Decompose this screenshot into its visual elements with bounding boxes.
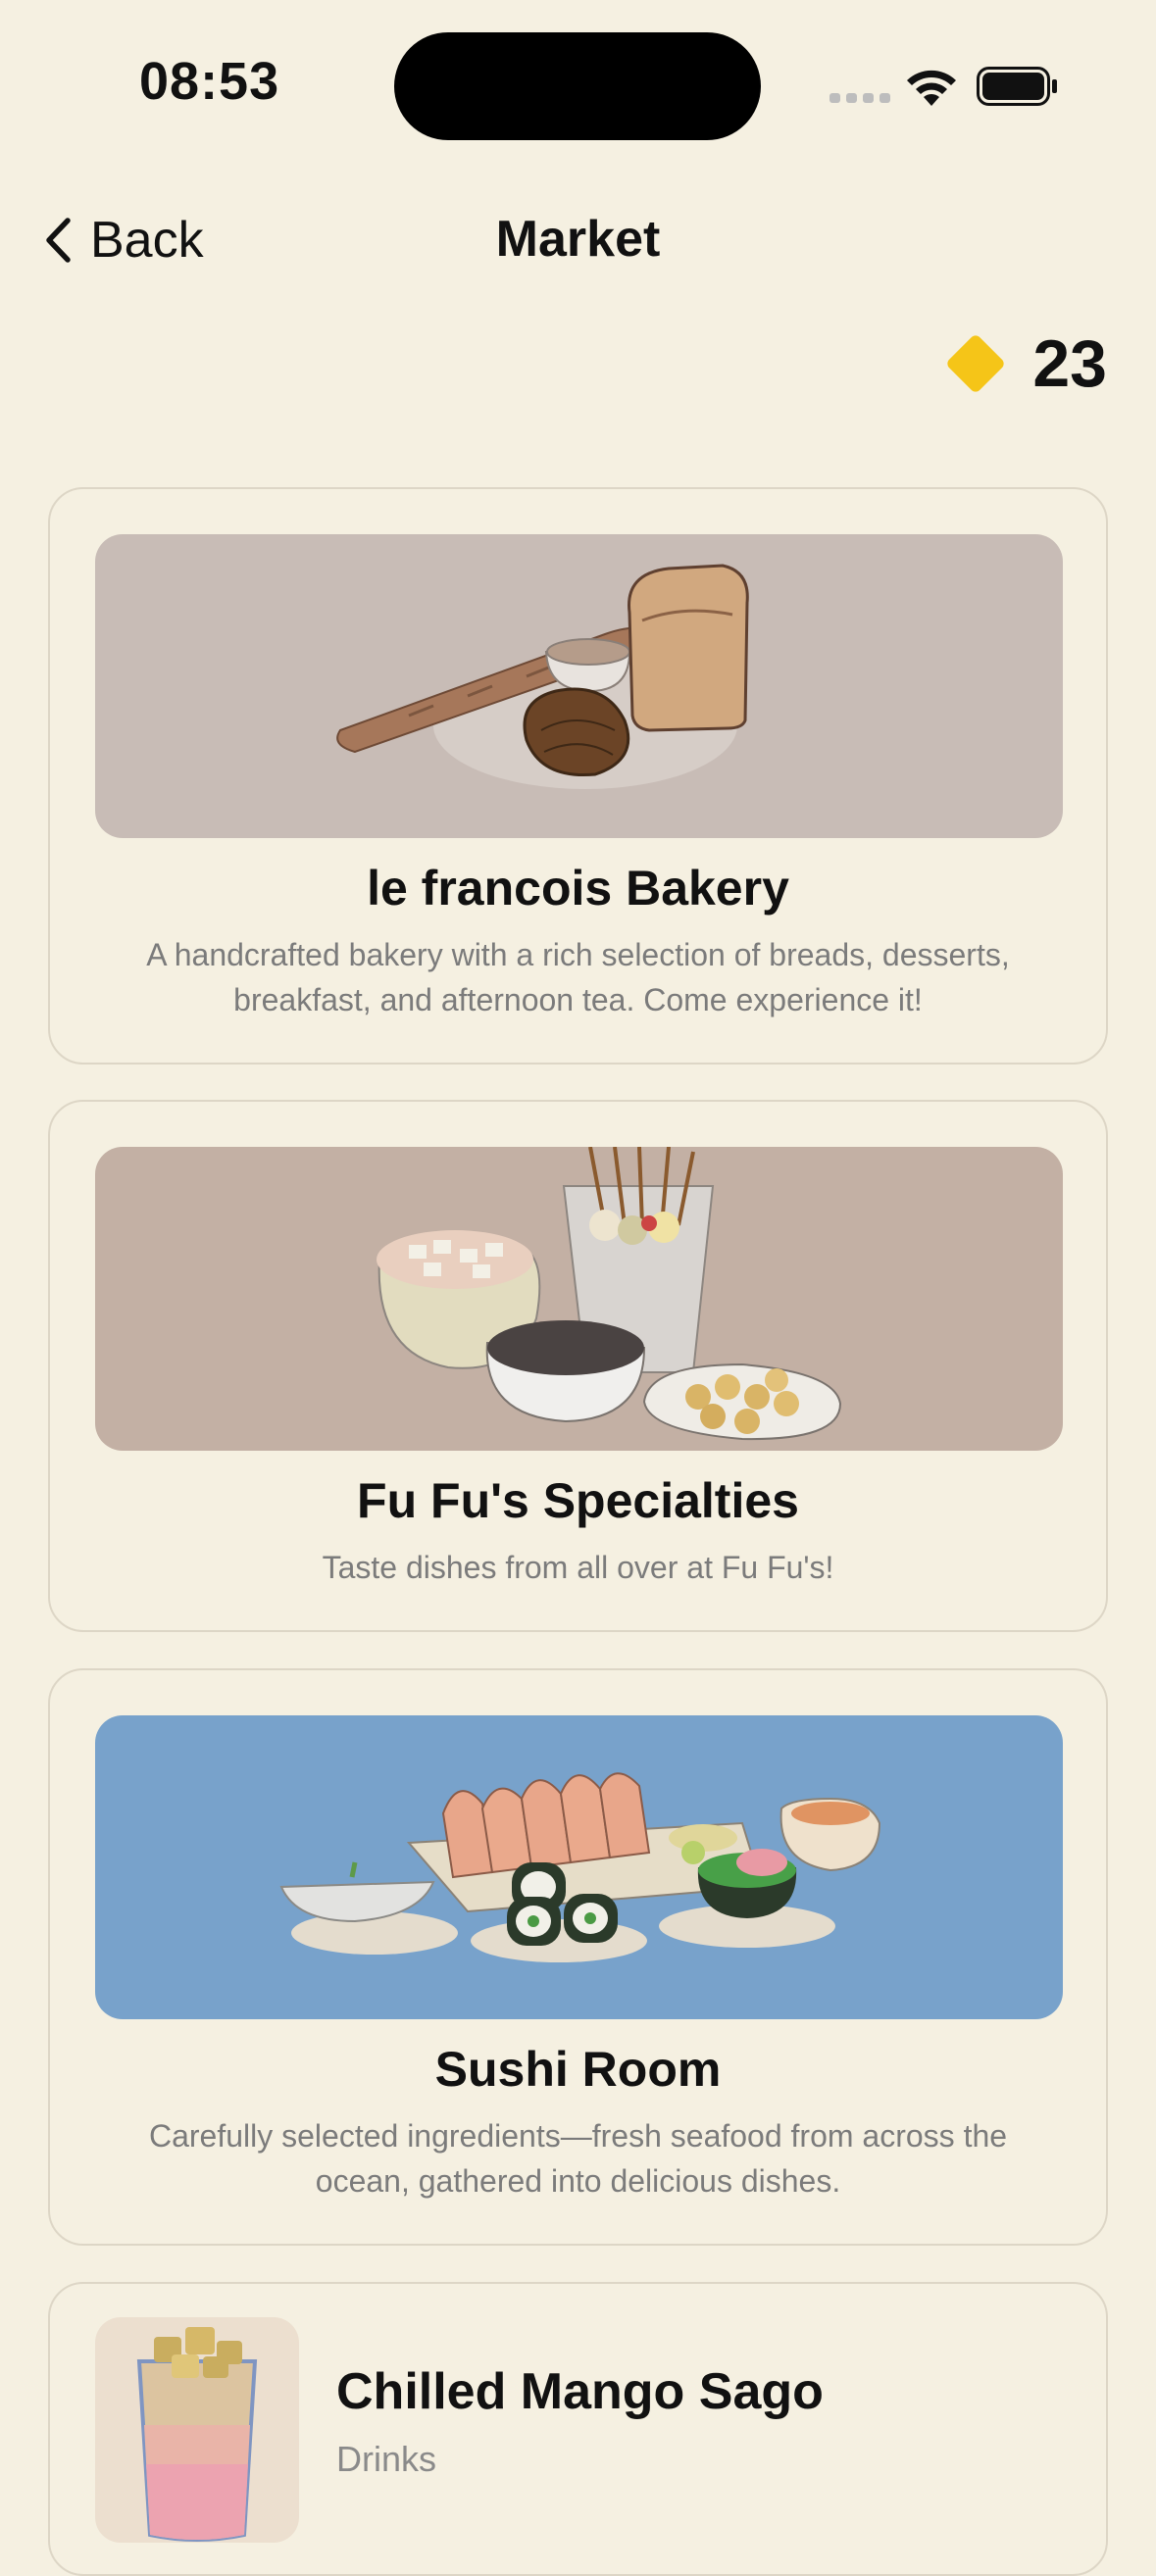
item-name: Chilled Mango Sago xyxy=(336,2363,824,2420)
shop-card-bakery[interactable]: le francois Bakery A handcrafted bakery … xyxy=(48,487,1108,1065)
shop-image-bakery xyxy=(95,534,1063,838)
cellular-signal-icon xyxy=(829,93,890,103)
shop-description: A handcrafted bakery with a rich selecti… xyxy=(146,937,1010,1017)
wifi-icon xyxy=(907,70,956,106)
shop-description: Carefully selected ingredients—fresh sea… xyxy=(148,2118,1008,2199)
shop-name: Sushi Room xyxy=(434,2042,722,2097)
status-bar: 08:53 xyxy=(0,0,1156,176)
shop-name: le francois Bakery xyxy=(367,861,789,916)
item-card[interactable]: Chilled Mango Sago Drinks xyxy=(48,2282,1108,2576)
shop-image-sushi xyxy=(95,1715,1063,2019)
shop-card-sushi[interactable]: Sushi Room Carefully selected ingredient… xyxy=(48,1668,1108,2246)
item-thumbnail xyxy=(95,2317,299,2543)
coin-count: 23 xyxy=(1032,326,1107,401)
shop-image-fufu xyxy=(95,1147,1063,1451)
page-title: Market xyxy=(495,211,661,268)
diamond-coin-icon xyxy=(945,332,1007,395)
status-time: 08:53 xyxy=(139,52,280,111)
shop-description: Taste dishes from all over at Fu Fu's! xyxy=(322,1550,834,1585)
battery-icon xyxy=(977,67,1057,106)
shop-name: Fu Fu's Specialties xyxy=(357,1473,799,1528)
dynamic-island xyxy=(394,32,761,140)
shop-card-fufu[interactable]: Fu Fu's Specialties Taste dishes from al… xyxy=(48,1100,1108,1632)
coin-balance: 23 xyxy=(945,325,1107,402)
item-category: Drinks xyxy=(336,2439,437,2479)
